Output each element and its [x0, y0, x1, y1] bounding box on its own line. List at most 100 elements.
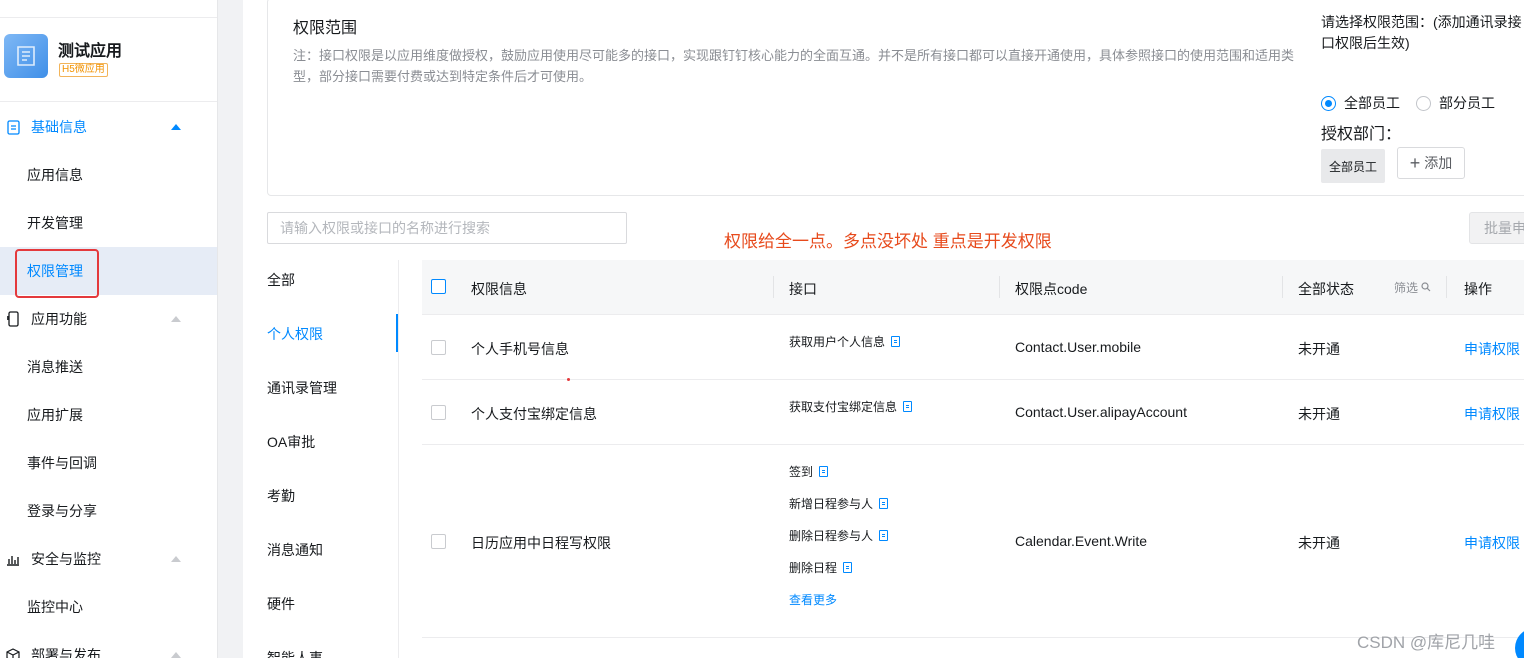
- search-icon: [1421, 282, 1431, 292]
- permission-info: 个人支付宝绑定信息: [471, 406, 597, 422]
- api-name: 获取支付宝绑定信息: [789, 400, 898, 414]
- nav-group-deploy-release[interactable]: 部署与发布: [0, 631, 217, 658]
- row-checkbox[interactable]: [431, 405, 446, 420]
- apply-permission-link[interactable]: 申请权限: [1464, 533, 1520, 553]
- status-filter[interactable]: 筛选: [1394, 279, 1431, 296]
- divider: [1446, 276, 1447, 298]
- nav-group-security-monitoring[interactable]: 安全与监控: [0, 535, 217, 583]
- sidebar: 测试应用 H5微应用 基础信息 应用信息 开发管理 权限管理 应用功能 消息推送…: [0, 0, 218, 658]
- header-info: 权限信息: [471, 281, 527, 297]
- app-logo-icon: [4, 34, 48, 78]
- doc-icon[interactable]: [903, 401, 913, 412]
- sidebar-item-app-info[interactable]: 应用信息: [0, 151, 217, 199]
- sidebar-item-app-extension[interactable]: 应用扩展: [0, 391, 217, 439]
- cube-icon: [5, 647, 21, 658]
- category-oa-approval[interactable]: OA审批: [267, 432, 315, 452]
- row-checkbox[interactable]: [431, 534, 446, 549]
- api-name: 获取用户个人信息: [789, 335, 886, 349]
- category-all[interactable]: 全部: [267, 270, 295, 290]
- highlight-box: [15, 249, 99, 298]
- add-dept-button[interactable]: + 添加: [1397, 147, 1465, 179]
- api-link[interactable]: 签到: [789, 463, 829, 480]
- app-type-badge: H5微应用: [59, 63, 108, 77]
- phone-icon: [5, 311, 21, 327]
- permission-code: Calendar.Event.Write: [1015, 533, 1148, 549]
- annotation-text: 权限给全一点。多点没坏处 重点是开发权限: [724, 232, 1052, 251]
- divider: [773, 276, 774, 298]
- nav-group-app-features[interactable]: 应用功能: [0, 295, 217, 343]
- apply-permission-link[interactable]: 申请权限: [1464, 339, 1520, 359]
- sidebar-item-events-callbacks[interactable]: 事件与回调: [0, 439, 217, 487]
- sidebar-item-label: 登录与分享: [27, 503, 97, 519]
- search-input[interactable]: 请输入权限或接口的名称进行搜索: [267, 212, 627, 244]
- apply-permission-link[interactable]: 申请权限: [1464, 404, 1520, 424]
- header-op: 操作: [1464, 281, 1492, 297]
- sidebar-item-dev-management[interactable]: 开发管理: [0, 199, 217, 247]
- annotation-dot: [567, 378, 570, 381]
- api-name: 新增日程参与人: [789, 497, 874, 511]
- radio-label: 全部员工: [1344, 95, 1400, 111]
- doc-icon[interactable]: [891, 336, 901, 347]
- permission-info: 日历应用中日程写权限: [471, 535, 611, 551]
- category-attendance[interactable]: 考勤: [267, 486, 295, 506]
- table-header: 权限信息 接口 权限点code 全部状态 筛选 操作: [422, 260, 1524, 315]
- chevron-up-icon: [171, 652, 181, 658]
- nav-group-label: 安全与监控: [31, 551, 101, 567]
- table-row: 个人手机号信息 获取用户个人信息 Contact.User.mobile 未开通…: [422, 315, 1524, 380]
- chevron-up-icon: [171, 124, 181, 130]
- sidebar-item-label: 监控中心: [27, 599, 83, 615]
- sidebar-item-label: 消息推送: [27, 359, 83, 375]
- status-text: 未开通: [1298, 406, 1340, 422]
- auth-dept-label: 授权部门：: [1321, 126, 1402, 143]
- row-checkbox[interactable]: [431, 340, 446, 355]
- permission-code: Contact.User.mobile: [1015, 339, 1142, 355]
- select-all-checkbox[interactable]: [431, 279, 446, 294]
- plus-icon: +: [1409, 153, 1421, 173]
- category-notification[interactable]: 消息通知: [267, 540, 323, 560]
- api-name: 删除日程: [789, 561, 838, 575]
- table-row: 个人支付宝绑定信息 获取支付宝绑定信息 Contact.User.alipayA…: [422, 380, 1524, 445]
- divider: [1282, 276, 1283, 298]
- doc-icon[interactable]: [819, 466, 829, 477]
- radio-all-staff[interactable]: [1321, 95, 1336, 111]
- divider: [999, 276, 1000, 298]
- header-status: 全部状态: [1298, 281, 1354, 297]
- api-link[interactable]: 获取用户个人信息: [789, 333, 901, 350]
- api-link[interactable]: 新增日程参与人: [789, 495, 889, 512]
- category-hardware[interactable]: 硬件: [267, 594, 295, 614]
- doc-icon[interactable]: [843, 562, 853, 573]
- active-category-indicator: [396, 314, 398, 352]
- permission-code: Contact.User.alipayAccount: [1015, 404, 1187, 420]
- chevron-up-icon: [171, 316, 181, 322]
- sidebar-item-label: 应用信息: [27, 167, 83, 183]
- bulk-apply-button[interactable]: 批量申: [1469, 212, 1524, 244]
- dept-tag: 全部员工: [1321, 149, 1385, 183]
- nav-group-label: 应用功能: [31, 311, 87, 327]
- api-link[interactable]: 删除日程: [789, 559, 853, 576]
- scope-settings: 请选择权限范围：(添加通讯录接口权限后生效) 全部员工 部分员工 授权部门： 全…: [1321, 12, 1524, 183]
- sidebar-item-message-push[interactable]: 消息推送: [0, 343, 217, 391]
- status-text: 未开通: [1298, 535, 1340, 551]
- sidebar-item-label: 事件与回调: [27, 455, 97, 471]
- filter-label: 筛选: [1394, 281, 1419, 295]
- api-name: 删除日程参与人: [789, 529, 874, 543]
- scope-title: 权限范围: [293, 20, 358, 37]
- doc-icon[interactable]: [879, 530, 889, 541]
- category-personal[interactable]: 个人权限: [267, 324, 323, 344]
- nav-group-label: 基础信息: [31, 119, 87, 135]
- sidebar-item-login-share[interactable]: 登录与分享: [0, 487, 217, 535]
- radio-partial-staff[interactable]: [1416, 95, 1431, 111]
- sidebar-item-label: 应用扩展: [27, 407, 83, 423]
- api-link[interactable]: 获取支付宝绑定信息: [789, 398, 913, 415]
- api-link[interactable]: 删除日程参与人: [789, 527, 889, 544]
- nav-group-label: 部署与发布: [31, 647, 101, 658]
- scope-hint: 请选择权限范围：(添加通讯录接口权限后生效): [1321, 14, 1522, 51]
- category-contacts[interactable]: 通讯录管理: [267, 378, 337, 398]
- nav-group-basic-info[interactable]: 基础信息: [0, 103, 217, 151]
- view-more-link[interactable]: 查看更多: [789, 591, 837, 608]
- doc-icon[interactable]: [879, 498, 889, 509]
- header-code: 权限点code: [1015, 281, 1088, 297]
- category-smart-hr[interactable]: 智能人事: [267, 648, 323, 658]
- status-text: 未开通: [1298, 341, 1340, 357]
- sidebar-item-monitoring-center[interactable]: 监控中心: [0, 583, 217, 631]
